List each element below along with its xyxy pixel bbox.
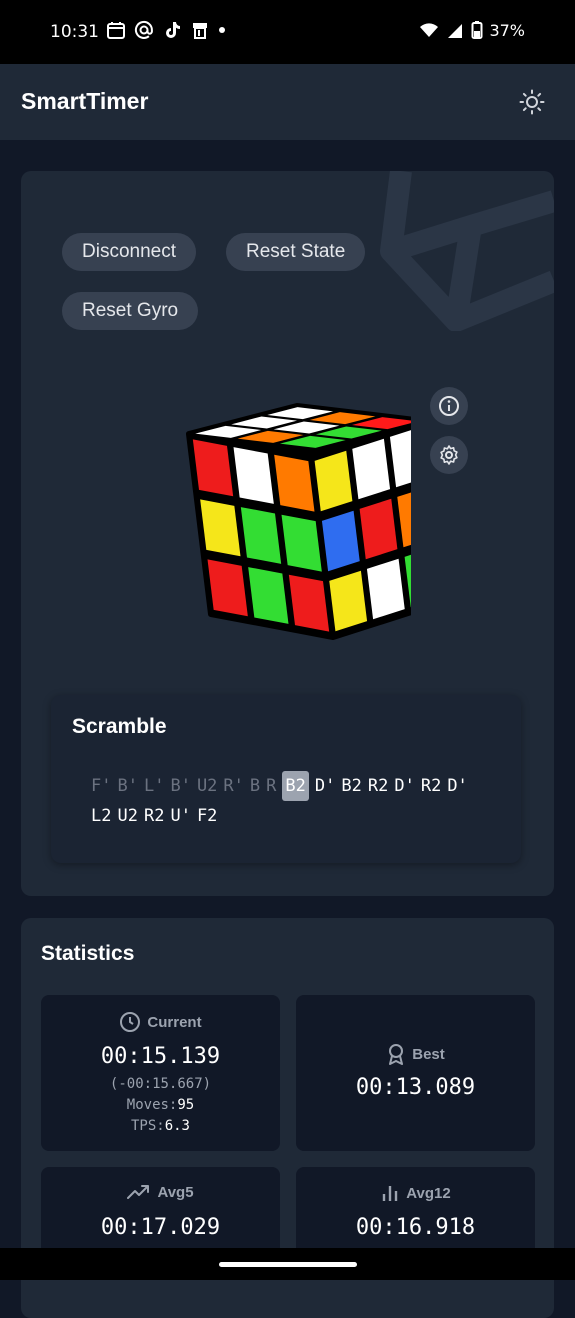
scramble-move: R2 [143, 806, 165, 826]
scramble-panel: Scramble F' B' L' B' U2 R' B R B2 D' B2 R2 D' R2 D'L2 U… [51, 695, 521, 863]
scramble-move: D' [394, 776, 415, 796]
moves-value: 95 [177, 1097, 195, 1113]
stat-current-label: Current [147, 1013, 202, 1031]
stat-current-delta: (-00:15.667) [109, 1076, 212, 1092]
info-button[interactable] [430, 387, 468, 425]
gear-icon [440, 445, 458, 465]
stat-best-label: Best [412, 1045, 445, 1063]
scramble-label: Scramble [72, 715, 167, 738]
award-icon [389, 1044, 404, 1065]
more-notifications-dot-icon [219, 27, 225, 33]
cube-sticker-right [321, 510, 360, 572]
cube-sticker-right [314, 450, 353, 512]
scramble-move: L' [143, 776, 165, 796]
cube-sticker-left [281, 514, 322, 572]
theme-toggle-sun-icon[interactable] [519, 89, 545, 115]
scramble-move: U' [170, 806, 191, 826]
app-bar: SmartTimer [0, 64, 575, 140]
tps-value: 6.3 [164, 1118, 190, 1134]
scramble-move: B2 [341, 776, 362, 796]
reset-gyro-button[interactable]: Reset Gyro [62, 292, 199, 330]
cube-sticker-left [248, 567, 289, 624]
clock-icon [120, 1012, 141, 1032]
stat-current-value: 00:15.139 [100, 1044, 221, 1069]
scramble-move: R2 [420, 776, 442, 796]
cube-sticker-left [288, 574, 330, 632]
cube-sticker-right [359, 498, 398, 560]
scramble-move: F' [91, 776, 112, 796]
trash-app-icon [193, 23, 207, 39]
battery-icon [471, 21, 483, 39]
info-icon [439, 396, 459, 416]
cube-sticker-right [352, 438, 391, 500]
system-icons: 37% [419, 20, 525, 40]
tps-label: TPS: [130, 1118, 165, 1134]
home-handle[interactable] [219, 1262, 357, 1267]
tiktok-icon [166, 22, 180, 38]
cube-watermark-icon [380, 171, 554, 331]
cube-3d-view[interactable] [151, 396, 411, 666]
settings-button[interactable] [430, 436, 468, 474]
stat-avg5-value: 00:17.029 [100, 1215, 221, 1240]
cube-sticker-left [274, 454, 315, 512]
stat-current: Current 00:15.139 (-00:15.667) Moves:95 … [41, 995, 280, 1151]
stat-best-value: 00:13.089 [355, 1075, 476, 1100]
scramble-move: B' [117, 776, 138, 796]
scramble-move: F2 [196, 806, 218, 826]
scramble-move: B [249, 776, 261, 796]
scramble-move: R' [223, 776, 244, 796]
at-sign-icon [134, 21, 153, 39]
stat-avg5-label: Avg5 [157, 1183, 194, 1201]
scramble-move: D' [314, 776, 336, 796]
moves-label: Moves: [126, 1097, 178, 1113]
scramble-move: D' [447, 776, 468, 796]
scramble-move: R2 [367, 776, 389, 796]
scramble-move: B2 [282, 771, 309, 801]
scramble-move: B' [170, 776, 191, 796]
cube-sticker-left [233, 447, 274, 504]
stat-avg12-value: 00:16.918 [355, 1215, 476, 1240]
cube-sticker-right [329, 570, 368, 632]
bar-chart-icon [383, 1186, 398, 1201]
status-time: 10:31 [50, 22, 99, 42]
trending-up-icon [127, 1185, 150, 1199]
cube-sticker-left [240, 507, 282, 564]
gesture-nav-bar [0, 1248, 575, 1280]
app-title: SmartTimer [21, 88, 149, 114]
status-bar: 10:31 37% [0, 0, 575, 64]
stat-best: Best 00:13.089 [296, 995, 535, 1151]
scramble-move: U2 [117, 806, 138, 826]
cube-sticker-left [200, 499, 241, 557]
calendar-icon [107, 22, 125, 39]
stat-current-tps: TPS:6.3 [41, 1118, 280, 1134]
cube-sticker-left [207, 559, 248, 617]
stat-avg12-label: Avg12 [406, 1184, 451, 1202]
scramble-move: R [266, 776, 277, 796]
wifi-icon [420, 23, 439, 37]
reset-state-button[interactable]: Reset State [226, 233, 366, 271]
stat-current-moves: Moves:95 [41, 1097, 280, 1113]
notification-icons [106, 20, 226, 40]
scramble-move: U2 [196, 776, 218, 796]
scramble-moves: F' B' L' B' U2 R' B R B2 D' B2 R2 D' R2 D'L2 U2 R2 U' F2 [91, 771, 491, 831]
battery-percent: 37% [489, 20, 525, 40]
scramble-move: L2 [91, 806, 112, 826]
cube-card: Disconnect Reset State Reset Gyro Scramb… [21, 171, 554, 896]
cube-sticker-right [366, 558, 405, 620]
signal-icon [448, 24, 463, 38]
cube-sticker-left [192, 439, 234, 497]
disconnect-button[interactable]: Disconnect [62, 233, 196, 271]
statistics-title: Statistics [41, 942, 135, 965]
